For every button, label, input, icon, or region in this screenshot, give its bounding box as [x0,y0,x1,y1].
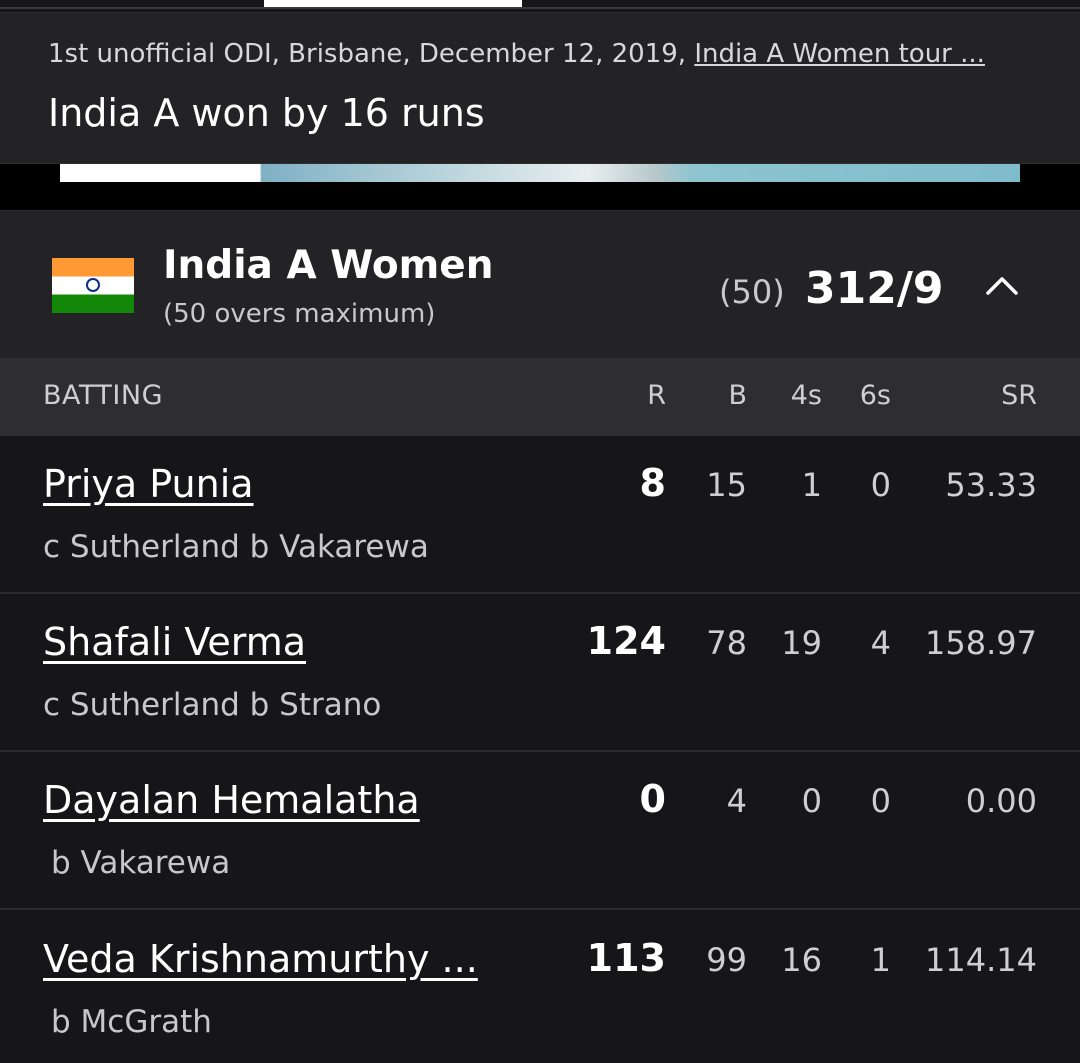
batter-balls: 4 [726,782,747,820]
batter-strike-rate: 158.97 [925,624,1037,662]
batter-fours: 19 [781,624,822,662]
active-tab-indicator[interactable] [264,0,522,7]
batter-runs: 0 [639,777,666,821]
batter-name-link[interactable]: Veda Krishnamurthy ... [43,937,478,981]
tab-track [0,7,1080,9]
batter-name-link[interactable]: Priya Punia [43,462,254,506]
dismissal-info: c Sutherland b Strano [43,687,382,723]
batter-balls: 15 [706,466,747,504]
overs-maximum: (50 overs maximum) [163,299,436,329]
dismissal-info: b McGrath [51,1004,212,1040]
innings-overs: (50) [719,273,785,311]
banner-image[interactable] [60,164,1020,182]
sixes-header: 6s [859,380,891,411]
batter-strike-rate: 0.00 [965,782,1037,820]
batter-runs: 8 [639,461,666,505]
batter-runs: 124 [586,619,666,663]
batter-name-link[interactable]: Shafali Verma [43,620,306,664]
dismissal-info: b Vakarewa [51,845,231,881]
india-flag-icon [52,258,134,313]
batter-sixes: 0 [870,466,891,504]
team-name: India A Women [163,243,494,288]
ashoka-chakra-icon [86,278,100,292]
match-header: 1st unofficial ODI, Brisbane, December 1… [0,12,1080,164]
innings-score: 312/9 [805,263,944,314]
batter-strike-rate: 53.33 [945,466,1037,504]
batter-balls: 78 [706,624,747,662]
banner-area [0,164,1080,210]
batter-balls: 99 [706,941,747,979]
match-result: India A won by 16 runs [48,91,485,135]
batter-fours: 0 [801,782,822,820]
batter-sixes: 1 [870,941,891,979]
chevron-up-icon[interactable] [982,266,1022,306]
match-meta: 1st unofficial ODI, Brisbane, December 1… [48,39,1038,69]
batting-label: BATTING [43,380,163,411]
batter-row: Shafali Verma c Sutherland b Strano 124 … [0,594,1080,752]
batting-header: BATTING R B 4s 6s SR [0,358,1080,436]
tab-strip [0,0,1080,10]
series-link[interactable]: India A Women tour ... [694,39,985,69]
batter-row: Dayalan Hemalatha b Vakarewa 0 4 0 0 0.0… [0,752,1080,910]
dismissal-info: c Sutherland b Vakarewa [43,529,429,565]
batter-runs: 113 [586,936,666,980]
batter-name-link[interactable]: Dayalan Hemalatha [43,778,420,822]
batter-sixes: 0 [870,782,891,820]
balls-header: B [728,380,747,411]
innings-header[interactable]: India A Women (50 overs maximum) (50) 31… [0,210,1080,358]
batter-sixes: 4 [870,624,891,662]
match-info-text: 1st unofficial ODI, Brisbane, December 1… [48,39,695,69]
batter-strike-rate: 114.14 [925,941,1037,979]
scorecard-page: 1st unofficial ODI, Brisbane, December 1… [0,0,1080,1063]
runs-header: R [647,380,666,411]
batter-fours: 16 [781,941,822,979]
batter-row: Priya Punia c Sutherland b Vakarewa 8 15… [0,436,1080,594]
batter-fours: 1 [801,466,822,504]
strike-rate-header: SR [1001,380,1037,411]
batter-row: Veda Krishnamurthy ... b McGrath 113 99 … [0,911,1080,1063]
fours-header: 4s [790,380,822,411]
